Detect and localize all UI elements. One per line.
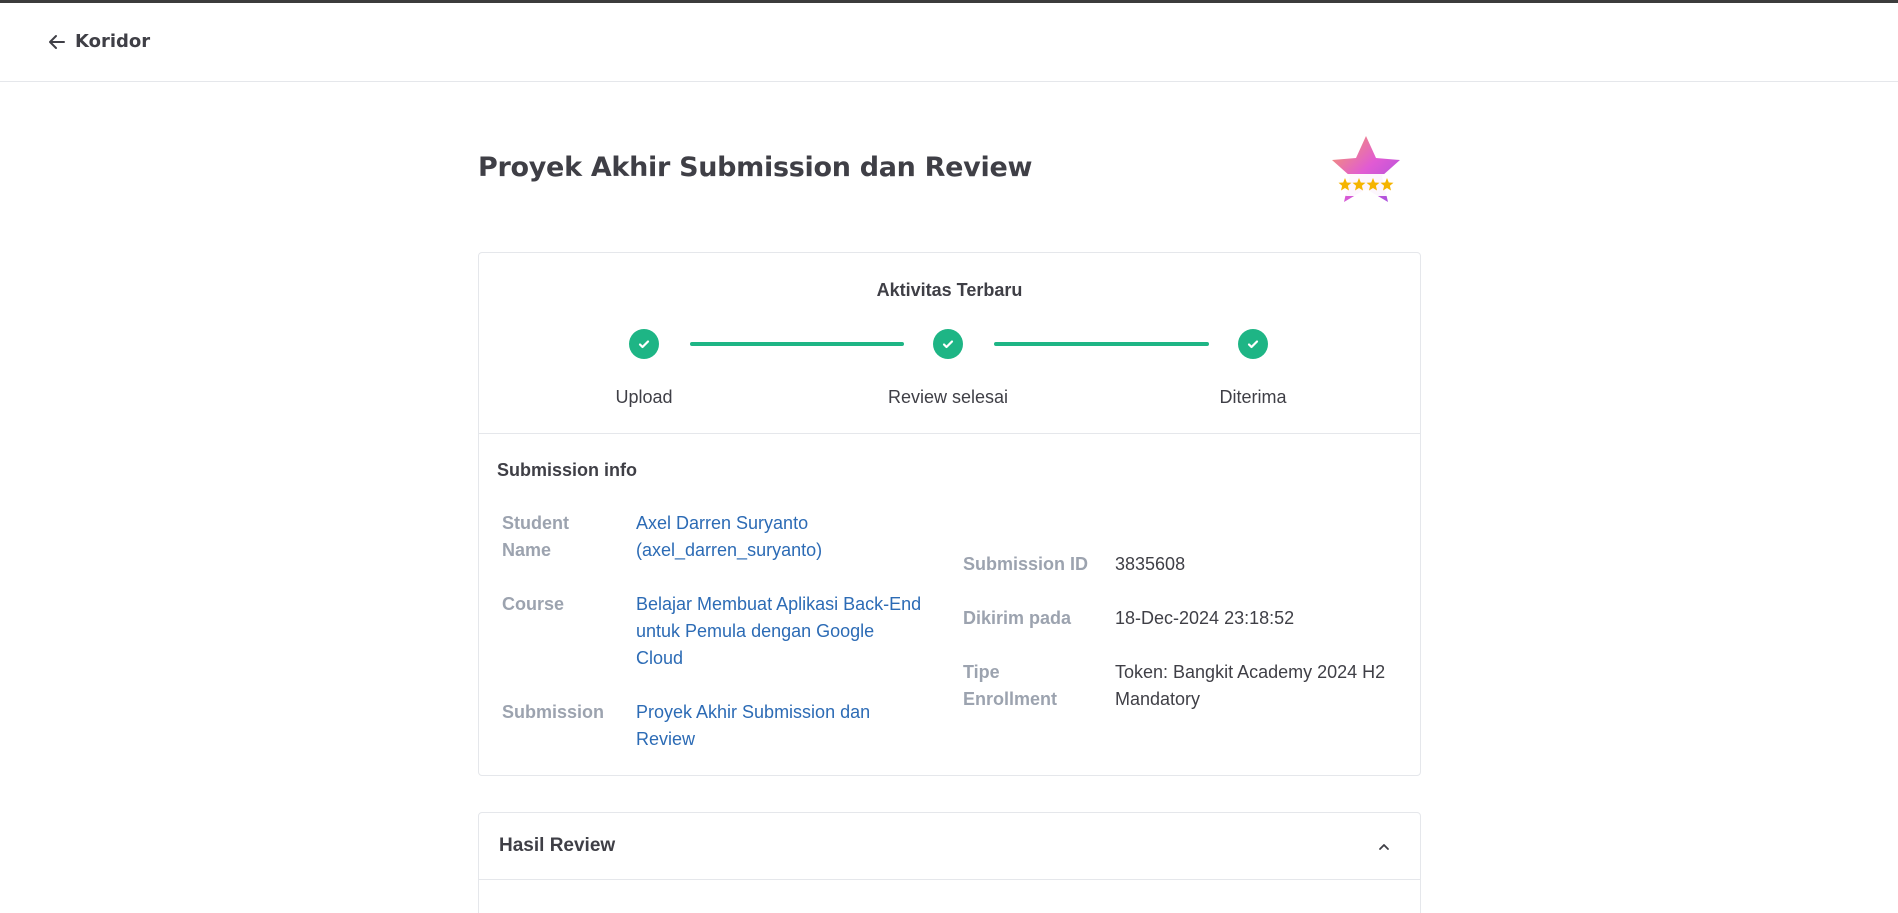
course-line: Cloud [636, 648, 684, 668]
submission-link[interactable]: Proyek Akhir Submission dan Review [636, 699, 870, 753]
review-result-title: Hasil Review [499, 835, 616, 856]
sent-at-label: Dikirim pada [963, 608, 1072, 628]
student-username-line: (axel_darren_suryanto) [636, 540, 823, 560]
page-title: Proyek Akhir Submission dan Review [478, 152, 1033, 183]
step-upload-check-icon [629, 329, 659, 359]
step-label-accepted: Diterima [1219, 387, 1287, 407]
review-panel-divider [479, 879, 1420, 880]
submission-id-label: Submission ID [963, 554, 1089, 574]
course-line: Belajar Membuat Aplikasi Back-End [636, 594, 922, 614]
step-review-check-icon [933, 329, 963, 359]
student-name-label: Student Name [502, 513, 569, 560]
course-label: Course [502, 594, 565, 614]
enrollment-value-line: Token: Bangkit Academy 2024 H2 [1115, 662, 1386, 682]
chevron-up-icon[interactable] [1374, 837, 1394, 857]
submission-line: Proyek Akhir Submission dan [636, 702, 871, 722]
submission-card: Aktivitas Terbaru Upload Review selesai … [478, 252, 1421, 776]
activity-title: Aktivitas Terbaru [876, 280, 1023, 300]
back-to-koridor-link[interactable]: Koridor [47, 31, 150, 52]
enrollment-value-line: Mandatory [1115, 689, 1201, 709]
submission-info-title: Submission info [497, 460, 638, 480]
course-line: untuk Pemula dengan Google [636, 621, 875, 641]
step-accepted-check-icon [1238, 329, 1268, 359]
progress-line-2 [994, 342, 1209, 346]
enrollment-label-line: Enrollment [963, 689, 1058, 709]
arrow-left-icon [49, 34, 65, 49]
step-label-review: Review selesai [887, 387, 1009, 407]
card-divider [479, 433, 1420, 434]
review-result-panel: Hasil Review [478, 812, 1421, 913]
student-name-link[interactable]: Axel Darren Suryanto (axel_darren_suryan… [636, 510, 822, 564]
submission-id-value: 3835608 [1115, 554, 1186, 574]
progress-line-1 [690, 342, 904, 346]
student-name-line: Axel Darren Suryanto [636, 513, 809, 533]
top-navigation-bar: Koridor [0, 3, 1898, 82]
back-link-label: Koridor [75, 31, 151, 52]
enrollment-label-line: Tipe [963, 662, 1000, 682]
step-label-upload: Upload [615, 387, 673, 407]
course-link[interactable]: Belajar Membuat Aplikasi Back-End untuk … [636, 591, 921, 672]
enrollment-type-label: Tipe Enrollment [963, 659, 1057, 713]
star-rating-badge-icon [1332, 136, 1400, 202]
sent-at-value: 18-Dec-2024 23:18:52 [1115, 608, 1295, 628]
enrollment-type-value: Token: Bangkit Academy 2024 H2 Mandatory [1115, 659, 1385, 713]
submission-label: Submission [502, 702, 605, 722]
submission-line: Review [636, 729, 696, 749]
